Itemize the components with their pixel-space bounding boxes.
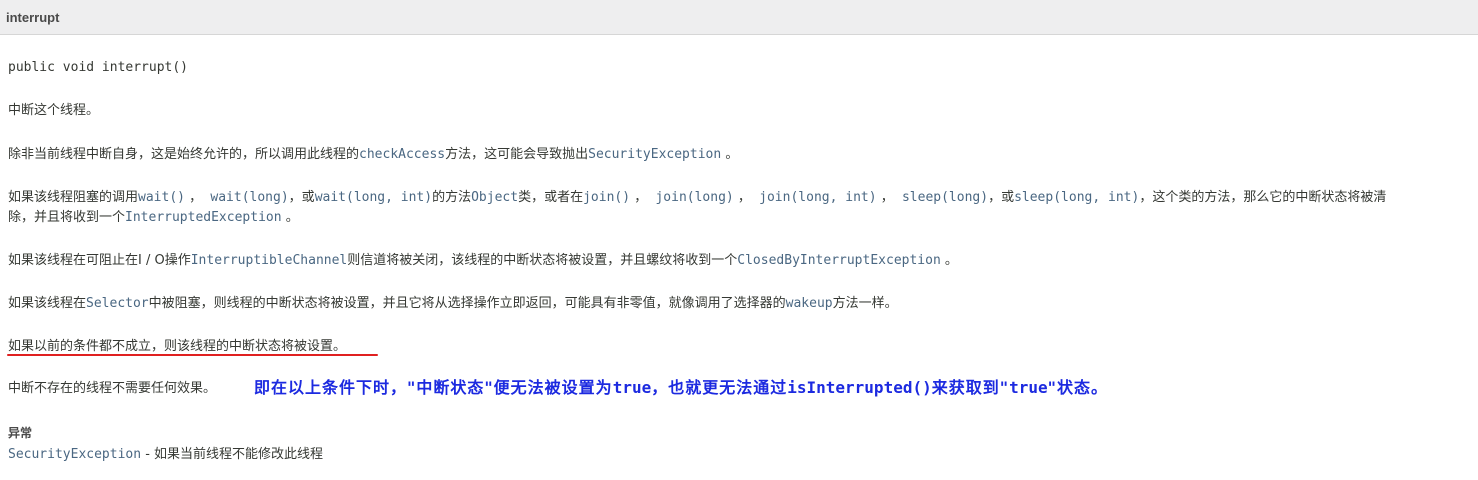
description-paragraph-3-cont: 除，并且将收到一个InterruptedException 。 — [8, 210, 299, 225]
join-long-link[interactable]: join(long) — [655, 190, 733, 205]
interruptiblechannel-link[interactable]: InterruptibleChannel — [191, 253, 348, 268]
method-title: interrupt — [6, 10, 60, 25]
securityexception-throws-link[interactable]: SecurityException — [8, 447, 141, 462]
interruptedexception-link[interactable]: InterruptedException — [125, 210, 282, 225]
sleep-long-link[interactable]: sleep(long) — [902, 190, 988, 205]
selector-link[interactable]: Selector — [86, 296, 149, 311]
description-paragraph-3: 如果该线程阻塞的调用wait() ， wait(long)，或wait(long… — [8, 190, 1387, 205]
red-underline-annotation — [7, 354, 378, 356]
description-paragraph-4: 如果该线程在可阻止在I / O操作InterruptibleChannel则信道… — [8, 253, 958, 268]
wait-long-int-link[interactable]: wait(long, int) — [315, 190, 432, 205]
sleep-long-int-link[interactable]: sleep(long, int) — [1014, 190, 1139, 205]
checkaccess-link[interactable]: checkAccess — [359, 147, 445, 162]
method-header: interrupt — [0, 0, 1478, 35]
description-paragraph-7: 中断不存在的线程不需要任何效果。 — [8, 381, 217, 396]
description-paragraph-5: 如果该线程在Selector中被阻塞，则线程的中断状态将被设置，并且它将从选择操… — [8, 296, 898, 311]
throws-entry: SecurityException - 如果当前线程不能修改此线程 — [8, 445, 323, 465]
object-link[interactable]: Object — [471, 190, 518, 205]
throws-description: - 如果当前线程不能修改此线程 — [141, 447, 324, 462]
join-long-int-link[interactable]: join(long, int) — [759, 190, 876, 205]
wait-long-link[interactable]: wait(long) — [210, 190, 288, 205]
closedbyinterruptexception-link[interactable]: ClosedByInterruptException — [737, 253, 941, 268]
description-paragraph-2: 除非当前线程中断自身，这是始终允许的，所以调用此线程的checkAccess方法… — [8, 147, 739, 162]
join-link[interactable]: join() — [583, 190, 630, 205]
throws-label: 异常 — [8, 426, 33, 440]
wait-link[interactable]: wait() — [138, 190, 185, 205]
handwritten-note-annotation: 即在以上条件下时，"中断状态"便无法被设置为true，也就更无法通过isInte… — [254, 378, 1108, 397]
description-paragraph-1: 中断这个线程。 — [8, 103, 100, 118]
method-signature: public void interrupt() — [8, 60, 189, 75]
securityexception-link[interactable]: SecurityException — [588, 147, 721, 162]
wakeup-link[interactable]: wakeup — [786, 296, 833, 311]
